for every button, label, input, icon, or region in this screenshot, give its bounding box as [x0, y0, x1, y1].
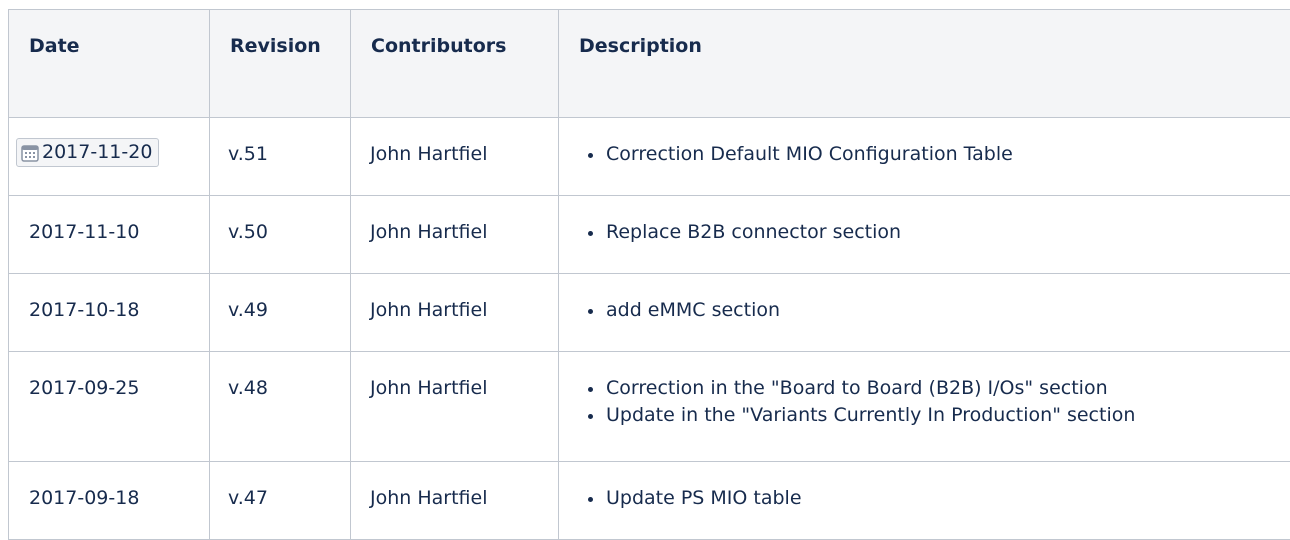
contributors-cell: John Hartfiel [351, 274, 559, 352]
table-row: 2017-10-18 v.49 John Hartfiel add eMMC s… [9, 274, 1290, 352]
contributors-cell: John Hartfiel [351, 352, 559, 462]
description-item: Correction in the "Board to Board (B2B) … [606, 375, 1282, 402]
header-revision: Revision [210, 10, 351, 118]
table-row: 2017-11-20 v.51 John Hartfiel Correction… [9, 118, 1290, 196]
description-item: Correction Default MIO Configuration Tab… [606, 141, 1282, 168]
date-cell: 2017-11-10 [9, 196, 210, 274]
header-date: Date [9, 10, 210, 118]
description-cell: Update PS MIO table [559, 462, 1290, 540]
description-cell: Correction Default MIO Configuration Tab… [559, 118, 1290, 196]
calendar-icon [21, 144, 39, 162]
date-cell: 2017-09-18 [9, 462, 210, 540]
date-lozenge[interactable]: 2017-11-20 [16, 138, 159, 167]
revision-cell: v.49 [210, 274, 351, 352]
date-cell: 2017-09-25 [9, 352, 210, 462]
description-item: Replace B2B connector section [606, 219, 1282, 246]
table-row: 2017-09-18 v.47 John Hartfiel Update PS … [9, 462, 1290, 540]
description-list: Update PS MIO table [579, 485, 1282, 512]
contributors-cell: John Hartfiel [351, 462, 559, 540]
header-contributors: Contributors [351, 10, 559, 118]
date-cell: 2017-11-20 [9, 118, 210, 196]
revision-cell: v.48 [210, 352, 351, 462]
table-row: 2017-11-10 v.50 John Hartfiel Replace B2… [9, 196, 1290, 274]
description-cell: Replace B2B connector section [559, 196, 1290, 274]
description-item: add eMMC section [606, 297, 1282, 324]
description-cell: Correction in the "Board to Board (B2B) … [559, 352, 1290, 462]
description-list: add eMMC section [579, 297, 1282, 324]
description-list: Correction in the "Board to Board (B2B) … [579, 375, 1282, 429]
contributors-cell: John Hartfiel [351, 196, 559, 274]
revision-cell: v.50 [210, 196, 351, 274]
description-cell: add eMMC section [559, 274, 1290, 352]
description-list: Correction Default MIO Configuration Tab… [579, 141, 1282, 168]
date-cell: 2017-10-18 [9, 274, 210, 352]
description-item: Update in the "Variants Currently In Pro… [606, 402, 1282, 429]
contributors-cell: John Hartfiel [351, 118, 559, 196]
revision-history-table: Date Revision Contributors Description [8, 9, 1290, 540]
description-list: Replace B2B connector section [579, 219, 1282, 246]
header-description: Description [559, 10, 1290, 118]
revision-cell: v.47 [210, 462, 351, 540]
revision-cell: v.51 [210, 118, 351, 196]
table-row: 2017-09-25 v.48 John Hartfiel Correction… [9, 352, 1290, 462]
table-header-row: Date Revision Contributors Description [9, 10, 1290, 118]
revision-history-table-container: Date Revision Contributors Description [8, 9, 1290, 540]
description-item: Update PS MIO table [606, 485, 1282, 512]
date-value: 2017-11-20 [42, 140, 152, 165]
